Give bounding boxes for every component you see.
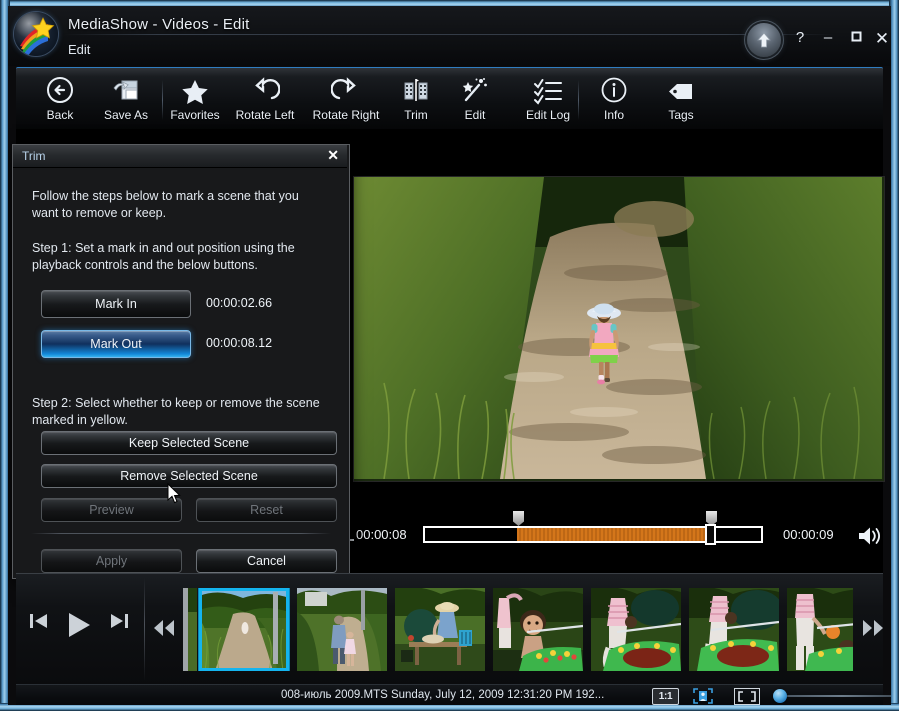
toolbar-back-button[interactable]: Back bbox=[28, 71, 92, 129]
trim-dialog-title: Trim bbox=[22, 149, 46, 163]
checklist-icon bbox=[508, 71, 588, 105]
scroll-right-button[interactable] bbox=[861, 618, 885, 643]
toolbar-info-label: Info bbox=[603, 108, 624, 122]
thumbnail-woman-child[interactable] bbox=[297, 588, 387, 671]
filmstrip-divider bbox=[144, 578, 145, 681]
main-toolbar: Back Save As Favorites Rotate Left Rotat… bbox=[16, 67, 883, 130]
playback-bar: 00:00:08 00:00:09 bbox=[353, 511, 883, 559]
zoom-actual-size-button[interactable]: 1:1 bbox=[652, 688, 679, 705]
film-trim-icon bbox=[388, 71, 444, 105]
status-bar: 008-июль 2009.MTS Sunday, July 12, 2009 … bbox=[16, 684, 891, 705]
total-time-label: 00:00:09 bbox=[783, 527, 834, 542]
thumbnail-path-girl[interactable] bbox=[199, 588, 289, 671]
trim-selection-range[interactable] bbox=[517, 528, 709, 541]
trim-intro-text: Follow the steps below to mark a scene t… bbox=[32, 189, 299, 220]
thumbnail-partial-left[interactable] bbox=[183, 588, 197, 671]
playhead[interactable] bbox=[705, 524, 716, 545]
tag-icon bbox=[652, 71, 710, 105]
magic-wand-icon bbox=[446, 71, 504, 105]
apply-button[interactable]: Apply bbox=[41, 549, 182, 573]
cancel-button[interactable]: Cancel bbox=[196, 549, 337, 573]
toolbar-divider-2 bbox=[578, 80, 579, 120]
mark-in-button[interactable]: Mark In bbox=[41, 290, 191, 318]
toolbar-save-as-label: Save As bbox=[103, 108, 149, 122]
remove-selected-scene-button[interactable]: Remove Selected Scene bbox=[41, 464, 337, 488]
star-icon bbox=[164, 71, 226, 105]
info-circle-icon bbox=[586, 71, 642, 105]
thumbnail-pool-child[interactable] bbox=[493, 588, 583, 671]
dialog-divider bbox=[31, 533, 331, 534]
help-button[interactable]: ? bbox=[790, 30, 810, 45]
thumbnail-garden-table[interactable] bbox=[395, 588, 485, 671]
skip-back-button[interactable] bbox=[28, 610, 50, 637]
breadcrumb-edit: Edit bbox=[68, 42, 91, 57]
zoom-slider-knob[interactable] bbox=[773, 689, 787, 703]
skip-forward-button[interactable] bbox=[108, 610, 130, 637]
trim-dialog-titlebar[interactable]: Trim ✕ bbox=[13, 145, 347, 168]
preview-button[interactable]: Preview bbox=[41, 498, 182, 522]
save-as-icon bbox=[94, 71, 158, 105]
toolbar-save-as-button[interactable]: Save As bbox=[94, 71, 158, 129]
toolbar-tags-label: Tags bbox=[668, 108, 694, 122]
thumbnail-pool-splash[interactable] bbox=[591, 588, 681, 671]
rainbow-star-logo bbox=[14, 12, 58, 56]
toolbar-favorites-label: Favorites bbox=[170, 108, 220, 122]
maximize-button[interactable] bbox=[846, 30, 866, 45]
minimize-button[interactable]: – bbox=[818, 30, 838, 45]
thumbnail-pool-bend[interactable] bbox=[689, 588, 779, 671]
thumbnail-list[interactable] bbox=[183, 588, 853, 671]
video-preview[interactable] bbox=[353, 176, 885, 508]
toolbar-trim-label: Trim bbox=[404, 108, 428, 122]
speaker-icon[interactable] bbox=[857, 524, 883, 548]
fit-to-window-icon[interactable] bbox=[734, 688, 760, 705]
rotate-left-icon bbox=[226, 71, 304, 105]
trim-step1-text: Step 1: Set a mark in and out position u… bbox=[32, 241, 295, 272]
reset-button[interactable]: Reset bbox=[196, 498, 337, 522]
toolbar-rotate-left-button[interactable]: Rotate Left bbox=[226, 71, 304, 129]
zoom-slider-track bbox=[783, 695, 891, 697]
toolbar-divider-1 bbox=[162, 80, 163, 120]
toolbar-edit-button[interactable]: Edit bbox=[446, 71, 504, 129]
close-icon[interactable]: ✕ bbox=[327, 147, 339, 164]
toolbar-back-label: Back bbox=[46, 108, 74, 122]
mark-out-button[interactable]: Mark Out bbox=[41, 330, 191, 358]
play-button[interactable] bbox=[64, 610, 94, 645]
file-info-label: 008-июль 2009.MTS Sunday, July 12, 2009 … bbox=[281, 689, 605, 701]
toolbar-tags-button[interactable]: Tags bbox=[652, 71, 710, 129]
title-divider bbox=[64, 34, 834, 35]
toolbar-rotate-left-label: Rotate Left bbox=[235, 108, 295, 122]
title-bar: MediaShow - Videos - Edit Edit ? – ✕ bbox=[8, 6, 891, 66]
face-tag-icon[interactable] bbox=[692, 687, 714, 704]
current-time-label: 00:00:08 bbox=[356, 527, 407, 542]
mediashow-window: MediaShow - Videos - Edit Edit ? – ✕ Bac… bbox=[0, 0, 899, 711]
zoom-slider[interactable] bbox=[771, 689, 891, 703]
toolbar-edit-label: Edit bbox=[464, 108, 486, 122]
mark-in-handle[interactable] bbox=[513, 511, 524, 526]
filmstrip-bar bbox=[16, 573, 883, 685]
trim-dialog: Trim ✕ Follow the steps below to mark a … bbox=[12, 144, 350, 579]
toolbar-favorites-button[interactable]: Favorites bbox=[164, 71, 226, 129]
upload-arrow-icon[interactable] bbox=[747, 23, 781, 57]
toolbar-trim-button[interactable]: Trim bbox=[388, 71, 444, 129]
toolbar-rotate-right-label: Rotate Right bbox=[312, 108, 380, 122]
toolbar-edit-log-button[interactable]: Edit Log bbox=[508, 71, 588, 129]
toolbar-rotate-right-button[interactable]: Rotate Right bbox=[304, 71, 388, 129]
keep-selected-scene-button[interactable]: Keep Selected Scene bbox=[41, 431, 337, 455]
trim-dialog-body: Follow the steps below to mark a scene t… bbox=[13, 168, 347, 577]
back-arrow-icon bbox=[28, 71, 92, 105]
close-button[interactable]: ✕ bbox=[872, 30, 891, 47]
scroll-left-button[interactable] bbox=[152, 618, 176, 643]
mark-in-timecode: 00:00:02.66 bbox=[206, 296, 273, 310]
video-frame bbox=[353, 176, 885, 482]
mark-out-timecode: 00:00:08.12 bbox=[206, 336, 273, 350]
window-body: MediaShow - Videos - Edit Edit ? – ✕ Bac… bbox=[8, 6, 891, 705]
toolbar-info-button[interactable]: Info bbox=[586, 71, 642, 129]
toolbar-edit-log-label: Edit Log bbox=[525, 108, 571, 122]
trim-step2-text: Step 2: Select whether to keep or remove… bbox=[32, 396, 320, 427]
thumbnail-pool-pour[interactable] bbox=[787, 588, 853, 671]
window-title: MediaShow - Videos - Edit bbox=[68, 16, 250, 33]
rotate-right-icon bbox=[304, 71, 388, 105]
